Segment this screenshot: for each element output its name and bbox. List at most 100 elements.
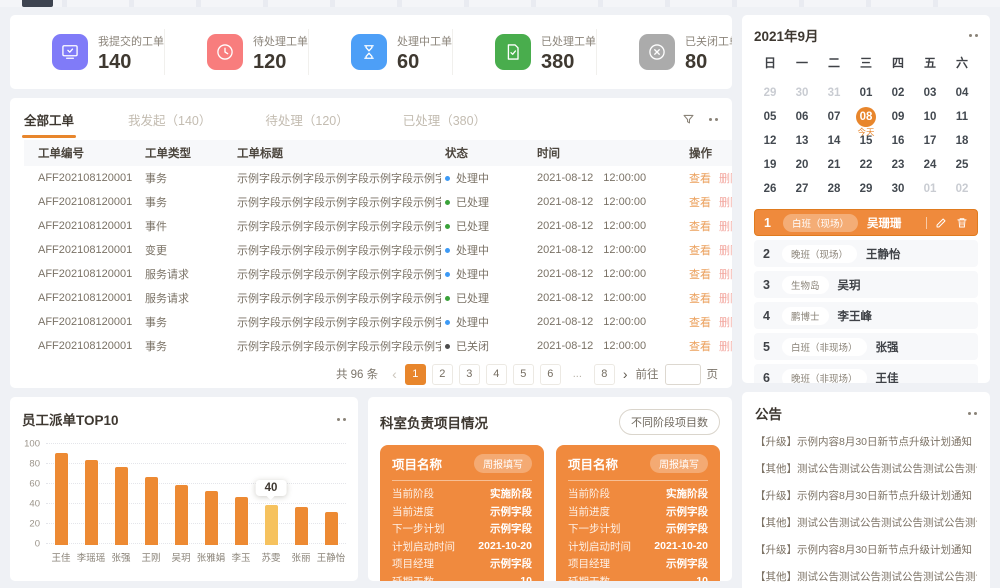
page-button[interactable]: 3 <box>459 364 480 385</box>
calendar-day[interactable]: 08今天 <box>850 105 882 129</box>
delete-link[interactable]: 删除 <box>719 173 732 185</box>
tab-我发起（140）[interactable]: 我发起（140） <box>128 110 211 129</box>
edit-pencil-icon[interactable] <box>935 216 948 229</box>
shift-row[interactable]: 3生物岛吴玥 <box>754 271 978 298</box>
page-ellipsis[interactable]: ... <box>567 364 588 385</box>
delete-link[interactable]: 删除 <box>719 317 732 329</box>
page-button[interactable]: 8 <box>594 364 615 385</box>
announcement-item[interactable]: 【其他】测试公告测试公告测试公告测试公告测试公告 <box>755 510 977 537</box>
calendar-day[interactable]: 02 <box>946 177 978 201</box>
calendar-day[interactable]: 13 <box>786 129 818 153</box>
calendar-day[interactable]: 24 <box>914 153 946 177</box>
delete-link[interactable]: 删除 <box>719 269 732 281</box>
delete-link[interactable]: 删除 <box>719 341 732 353</box>
more-options-icon[interactable] <box>968 409 977 418</box>
calendar-day[interactable]: 06 <box>786 105 818 129</box>
page-button[interactable]: 2 <box>432 364 453 385</box>
calendar-day[interactable]: 18 <box>946 129 978 153</box>
shift-row[interactable]: 4鹏博士李王峰 <box>754 302 978 329</box>
calendar-day[interactable]: 05 <box>754 105 786 129</box>
bar[interactable] <box>235 497 248 545</box>
calendar-day[interactable]: 22 <box>850 153 882 177</box>
bar[interactable] <box>55 453 68 545</box>
calendar-day[interactable]: 30 <box>786 81 818 105</box>
page-button[interactable]: 4 <box>486 364 507 385</box>
more-options-icon[interactable] <box>709 115 718 124</box>
delete-link[interactable]: 删除 <box>719 221 732 233</box>
bar[interactable] <box>145 477 158 545</box>
calendar-day[interactable]: 28 <box>818 177 850 201</box>
calendar-day[interactable]: 09 <box>882 105 914 129</box>
trash-icon[interactable] <box>956 216 968 229</box>
tab-已处理（380）[interactable]: 已处理（380） <box>403 110 486 129</box>
field-label: 当前阶段 <box>568 486 610 501</box>
calendar-day[interactable]: 23 <box>882 153 914 177</box>
weekly-report-button[interactable]: 周报填写 <box>650 454 708 473</box>
funnel-filter-icon[interactable] <box>682 113 695 126</box>
calendar-day[interactable]: 20 <box>786 153 818 177</box>
weekly-report-button[interactable]: 周报填写 <box>474 454 532 473</box>
bar[interactable] <box>85 460 98 545</box>
calendar-day[interactable]: 29 <box>754 81 786 105</box>
delete-link[interactable]: 删除 <box>719 245 732 257</box>
page-button[interactable]: 1 <box>405 364 426 385</box>
more-options-icon[interactable] <box>969 31 978 40</box>
bar[interactable] <box>115 467 128 545</box>
calendar-day[interactable]: 16 <box>882 129 914 153</box>
calendar-day[interactable]: 21 <box>818 153 850 177</box>
calendar-day[interactable]: 19 <box>754 153 786 177</box>
calendar-day[interactable]: 27 <box>786 177 818 201</box>
shift-row[interactable]: 5白班（非现场）张强 <box>754 333 978 360</box>
calendar-day[interactable]: 01 <box>914 177 946 201</box>
stage-count-button[interactable]: 不同阶段项目数 <box>619 409 720 435</box>
prev-page-icon[interactable]: ‹ <box>390 366 399 382</box>
bar[interactable] <box>295 507 308 545</box>
calendar-day[interactable]: 12 <box>754 129 786 153</box>
shift-row[interactable]: 1白班（现场）吴珊珊 <box>754 209 978 236</box>
tab-待处理（120）[interactable]: 待处理（120） <box>265 110 348 129</box>
announcement-item[interactable]: 【升级】示例内容8月30日新节点升级计划通知 <box>755 429 977 456</box>
tab-全部工单[interactable]: 全部工单 <box>24 110 74 129</box>
bar[interactable] <box>325 512 338 545</box>
next-page-icon[interactable]: › <box>621 366 630 382</box>
shift-row[interactable]: 2晚班（现场）王静怡 <box>754 240 978 267</box>
calendar-day[interactable]: 01 <box>850 81 882 105</box>
calendar-day[interactable]: 29 <box>850 177 882 201</box>
calendar-day[interactable]: 04 <box>946 81 978 105</box>
view-link[interactable]: 查看 <box>689 197 711 209</box>
project-field: 当前进度示例字段 <box>568 503 708 521</box>
announcement-item[interactable]: 【其他】测试公告测试公告测试公告测试公告测试公告 <box>755 564 977 588</box>
delete-link[interactable]: 删除 <box>719 197 732 209</box>
calendar-day[interactable]: 30 <box>882 177 914 201</box>
announcement-item[interactable]: 【其他】测试公告测试公告测试公告测试公告测试公告 <box>755 456 977 483</box>
calendar-day[interactable]: 17 <box>914 129 946 153</box>
calendar-day[interactable]: 02 <box>882 81 914 105</box>
goto-page-input[interactable] <box>665 364 701 385</box>
view-link[interactable]: 查看 <box>689 221 711 233</box>
calendar-day[interactable]: 07 <box>818 105 850 129</box>
announcement-item[interactable]: 【升级】示例内容8月30日新节点升级计划通知 <box>755 483 977 510</box>
view-link[interactable]: 查看 <box>689 317 711 329</box>
more-options-icon[interactable] <box>337 415 346 424</box>
calendar-day[interactable]: 14 <box>818 129 850 153</box>
page-button[interactable]: 6 <box>540 364 561 385</box>
delete-link[interactable]: 删除 <box>719 293 732 305</box>
announcement-item[interactable]: 【升级】示例内容8月30日新节点升级计划通知 <box>755 537 977 564</box>
view-link[interactable]: 查看 <box>689 341 711 353</box>
view-link[interactable]: 查看 <box>689 173 711 185</box>
bar[interactable] <box>205 491 218 545</box>
view-link[interactable]: 查看 <box>689 269 711 281</box>
page-button[interactable]: 5 <box>513 364 534 385</box>
calendar-day[interactable]: 03 <box>914 81 946 105</box>
calendar-day[interactable]: 10 <box>914 105 946 129</box>
shift-row[interactable]: 6晚班（非现场）王佳 <box>754 364 978 383</box>
calendar-day[interactable]: 31 <box>818 81 850 105</box>
view-link[interactable]: 查看 <box>689 245 711 257</box>
calendar-day[interactable]: 26 <box>754 177 786 201</box>
bar[interactable] <box>175 485 188 545</box>
calendar-day[interactable]: 11 <box>946 105 978 129</box>
bar[interactable] <box>265 505 278 545</box>
clock-icon <box>207 34 243 70</box>
calendar-day[interactable]: 25 <box>946 153 978 177</box>
view-link[interactable]: 查看 <box>689 293 711 305</box>
